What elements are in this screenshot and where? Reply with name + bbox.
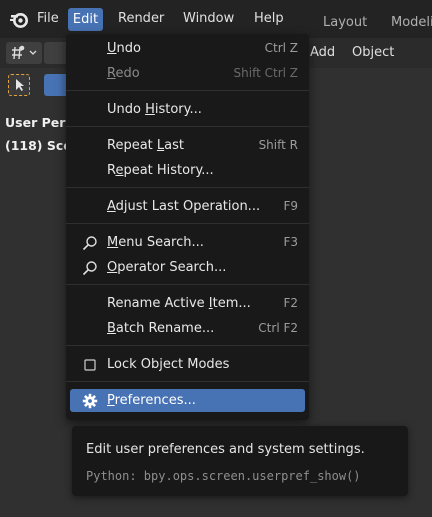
menu-item-label: Undo bbox=[107, 41, 141, 56]
menu-item-label: Lock Object Modes bbox=[107, 357, 230, 372]
gear-icon bbox=[82, 393, 98, 409]
search-icon bbox=[82, 261, 97, 276]
menu-item-label: Preferences... bbox=[107, 393, 196, 408]
select-tool-button[interactable] bbox=[8, 74, 30, 96]
workspace-tab-modeling[interactable]: Modeli bbox=[391, 15, 432, 31]
menu-item-label: Adjust Last Operation... bbox=[107, 199, 261, 214]
menu-item-redo[interactable]: Redo Shift Ctrl Z bbox=[70, 62, 305, 85]
menu-separator bbox=[66, 90, 309, 91]
menu-render[interactable]: Render bbox=[118, 11, 164, 27]
search-icon bbox=[82, 236, 97, 251]
menu-item-shortcut: Shift Ctrl Z bbox=[233, 66, 298, 80]
menu-item-undo-history[interactable]: Undo History... bbox=[70, 98, 305, 121]
menu-separator bbox=[66, 284, 309, 285]
object-mode-dropdown[interactable] bbox=[44, 42, 66, 64]
menu-item-label: Repeat Last bbox=[107, 138, 184, 153]
menu-item-label: Operator Search... bbox=[107, 260, 227, 275]
menu-item-preferences[interactable]: Preferences... bbox=[70, 389, 305, 412]
menu-help[interactable]: Help bbox=[254, 11, 284, 27]
menu-item-label: Menu Search... bbox=[107, 235, 204, 250]
menu-item-label: Undo History... bbox=[107, 102, 202, 117]
menu-item-label: Repeat History... bbox=[107, 163, 214, 178]
menu-separator bbox=[66, 187, 309, 188]
menu-separator bbox=[66, 381, 309, 382]
select-box-tool-button[interactable] bbox=[44, 74, 66, 96]
tooltip-python-command: Python: bpy.ops.screen.userpref_show() bbox=[86, 469, 361, 483]
menu-item-shortcut: Ctrl F2 bbox=[258, 321, 298, 335]
menu-item-shortcut: F3 bbox=[283, 235, 298, 249]
menu-item-label: Batch Rename... bbox=[107, 321, 215, 336]
menu-item-undo[interactable]: Undo Ctrl Z bbox=[70, 37, 305, 60]
blender-logo-icon[interactable] bbox=[9, 9, 29, 29]
menu-item-repeat-history[interactable]: Repeat History... bbox=[70, 159, 305, 182]
preferences-tooltip: Edit user preferences and system setting… bbox=[72, 426, 408, 496]
menu-item-menu-search[interactable]: Menu Search... F3 bbox=[70, 231, 305, 254]
menu-item-label: Redo bbox=[107, 66, 140, 81]
header-object-menu[interactable]: Object bbox=[352, 45, 394, 60]
cursor-icon bbox=[16, 79, 24, 91]
checkbox-icon[interactable] bbox=[82, 357, 98, 373]
tooltip-description: Edit user preferences and system setting… bbox=[86, 442, 365, 457]
header-add-menu[interactable]: Add bbox=[310, 45, 335, 60]
menu-item-repeat-last[interactable]: Repeat Last Shift R bbox=[70, 134, 305, 157]
menu-item-label: Rename Active Item... bbox=[107, 296, 251, 311]
menu-file[interactable]: File bbox=[37, 11, 59, 27]
menu-item-lock-object-modes[interactable]: Lock Object Modes bbox=[70, 353, 305, 376]
menu-window[interactable]: Window bbox=[183, 11, 234, 27]
menu-separator bbox=[66, 126, 309, 127]
viewport-scene-info: (118) Sce bbox=[5, 138, 72, 153]
editor-type-dropdown[interactable] bbox=[6, 42, 42, 64]
menu-item-shortcut: Ctrl Z bbox=[264, 41, 298, 55]
menu-item-shortcut: F2 bbox=[283, 296, 298, 310]
workspace-tab-layout[interactable]: Layout bbox=[323, 15, 367, 31]
menu-item-shortcut: F9 bbox=[283, 199, 298, 213]
menu-separator bbox=[66, 223, 309, 224]
menu-item-operator-search[interactable]: Operator Search... bbox=[70, 256, 305, 279]
editor-type-icon bbox=[12, 45, 37, 60]
edit-menu-dropdown: Undo Ctrl Z Redo Shift Ctrl Z Undo Histo… bbox=[66, 34, 309, 420]
top-menu-bar: File Edit Render Window Help Layout Mode… bbox=[0, 0, 432, 38]
menu-item-shortcut: Shift R bbox=[258, 138, 298, 152]
menu-item-rename-active-item[interactable]: Rename Active Item... F2 bbox=[70, 292, 305, 315]
menu-separator bbox=[66, 345, 309, 346]
menu-item-adjust-last-operation[interactable]: Adjust Last Operation... F9 bbox=[70, 195, 305, 218]
viewport-view-name: User Pers bbox=[5, 115, 73, 130]
menu-edit[interactable]: Edit bbox=[68, 8, 103, 31]
menu-item-batch-rename[interactable]: Batch Rename... Ctrl F2 bbox=[70, 317, 305, 340]
